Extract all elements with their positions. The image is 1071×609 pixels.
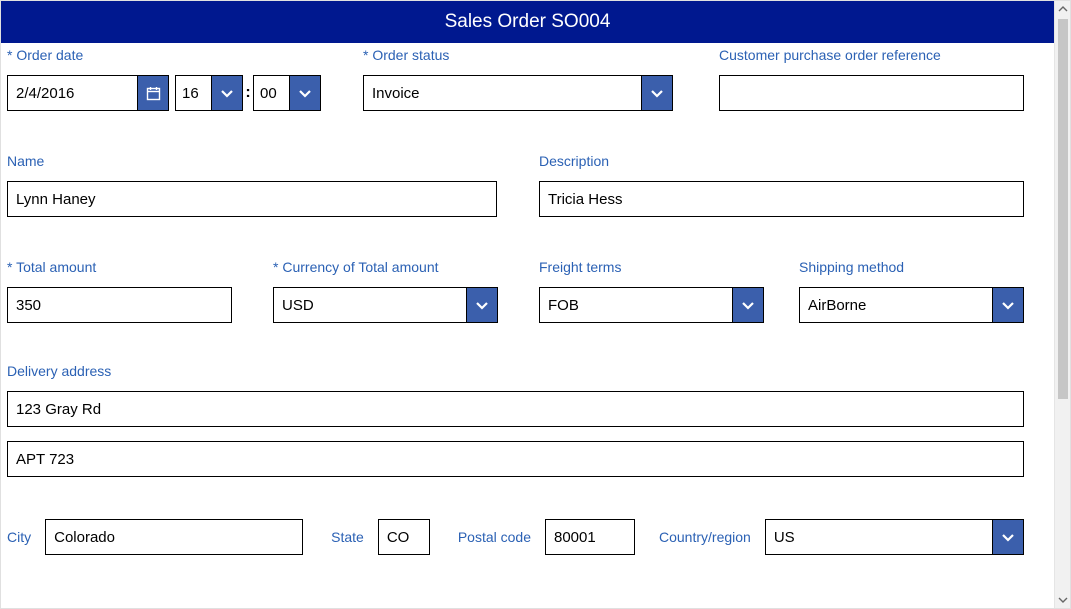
chevron-down-icon (475, 298, 489, 312)
shipping-method-dropdown-button[interactable] (992, 287, 1024, 323)
freight-terms-select[interactable] (539, 287, 764, 323)
order-hour-input[interactable] (175, 75, 211, 111)
customer-po-ref-field: Customer purchase order reference (719, 47, 1024, 111)
order-status-field: Order status (363, 47, 673, 111)
calendar-icon (146, 86, 161, 101)
currency-field: Currency of Total amount (273, 259, 498, 323)
order-date-input[interactable] (7, 75, 137, 111)
country-region-input[interactable] (765, 519, 992, 555)
total-amount-input[interactable] (7, 287, 232, 323)
state-input[interactable] (378, 519, 430, 555)
delivery-address-label: Delivery address (7, 363, 111, 379)
currency-input[interactable] (273, 287, 466, 323)
order-date-label: Order date (7, 47, 83, 63)
chevron-down-icon (220, 86, 234, 100)
currency-dropdown-button[interactable] (466, 287, 498, 323)
name-field: Name (7, 153, 497, 217)
address-details-row: City State Postal code Country/region (7, 519, 1024, 555)
order-status-dropdown-button[interactable] (641, 75, 673, 111)
state-label: State (331, 529, 364, 545)
chevron-down-icon (298, 86, 312, 100)
total-amount-label: Total amount (7, 259, 96, 275)
chevron-down-icon (1001, 530, 1015, 544)
currency-select[interactable] (273, 287, 498, 323)
page-title: Sales Order SO004 (445, 11, 611, 33)
order-min-dropdown[interactable] (289, 75, 321, 111)
customer-po-ref-input[interactable] (719, 75, 1024, 111)
sales-order-form: Sales Order SO004 Order date (0, 0, 1071, 609)
order-date-field: Order date (7, 47, 347, 111)
scrollbar-thumb[interactable] (1058, 19, 1068, 399)
order-hour-dropdown[interactable] (211, 75, 243, 111)
scroll-down-icon[interactable] (1055, 592, 1071, 608)
order-status-label: Order status (363, 47, 449, 63)
order-min-input[interactable] (253, 75, 289, 111)
description-field: Description (539, 153, 1024, 217)
freight-terms-dropdown-button[interactable] (732, 287, 764, 323)
page-title-bar: Sales Order SO004 (1, 1, 1054, 43)
description-label: Description (539, 153, 609, 169)
delivery-address-field: Delivery address (7, 363, 1024, 477)
country-region-label: Country/region (659, 529, 751, 545)
order-hour-group (175, 75, 243, 111)
order-min-group (253, 75, 321, 111)
currency-label: Currency of Total amount (273, 259, 439, 275)
calendar-button[interactable] (137, 75, 169, 111)
address-line1-input[interactable] (7, 391, 1024, 427)
vertical-scrollbar[interactable] (1054, 1, 1070, 608)
freight-terms-input[interactable] (539, 287, 732, 323)
city-label: City (7, 529, 31, 545)
postal-code-input[interactable] (545, 519, 635, 555)
customer-po-ref-label: Customer purchase order reference (719, 47, 941, 63)
country-region-select[interactable] (765, 519, 1024, 555)
scroll-up-icon[interactable] (1055, 1, 1071, 17)
name-label: Name (7, 153, 44, 169)
country-region-dropdown-button[interactable] (992, 519, 1024, 555)
order-status-input[interactable] (363, 75, 641, 111)
shipping-method-input[interactable] (799, 287, 992, 323)
freight-terms-label: Freight terms (539, 259, 621, 275)
order-status-select[interactable] (363, 75, 673, 111)
chevron-down-icon (741, 298, 755, 312)
shipping-method-select[interactable] (799, 287, 1024, 323)
name-input[interactable] (7, 181, 497, 217)
form-content: Order date (1, 43, 1054, 83)
shipping-method-label: Shipping method (799, 259, 904, 275)
postal-code-label: Postal code (458, 529, 531, 545)
chevron-down-icon (650, 86, 664, 100)
total-amount-field: Total amount (7, 259, 232, 323)
city-input[interactable] (45, 519, 303, 555)
freight-terms-field: Freight terms (539, 259, 764, 323)
chevron-down-icon (1001, 298, 1015, 312)
time-colon: : (243, 75, 253, 111)
description-input[interactable] (539, 181, 1024, 217)
order-date-input-group (7, 75, 169, 111)
shipping-method-field: Shipping method (799, 259, 1024, 323)
address-line2-input[interactable] (7, 441, 1024, 477)
